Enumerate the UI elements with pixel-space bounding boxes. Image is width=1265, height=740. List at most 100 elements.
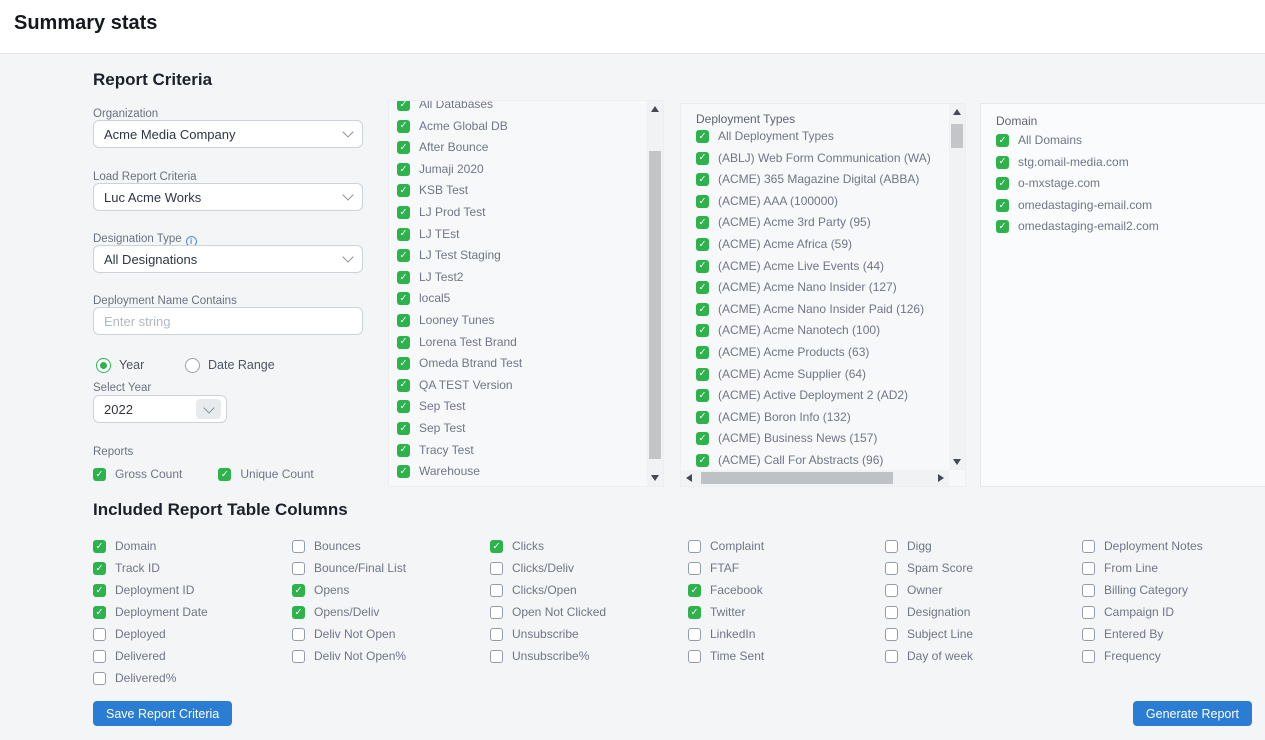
- scroll-right-arrow-icon[interactable]: [933, 470, 949, 486]
- column-option[interactable]: Time Sent: [688, 650, 764, 663]
- checkbox-icon[interactable]: [696, 152, 709, 165]
- databases-vertical-scrollbar[interactable]: [647, 101, 663, 486]
- checkbox-icon[interactable]: [696, 281, 709, 294]
- database-option[interactable]: Sep Test: [397, 422, 643, 435]
- deployment-types-horizontal-scrollbar[interactable]: [681, 470, 949, 486]
- column-option[interactable]: Clicks/Open: [490, 584, 606, 597]
- checkbox-icon[interactable]: [696, 130, 709, 143]
- column-option[interactable]: Complaint: [688, 540, 764, 553]
- database-option[interactable]: All Databases: [397, 100, 643, 111]
- chevron-button[interactable]: [196, 399, 221, 419]
- checkbox-icon[interactable]: [696, 411, 709, 424]
- checkbox-icon[interactable]: [490, 606, 503, 619]
- database-option[interactable]: Warehouse: [397, 465, 643, 478]
- checkbox-icon[interactable]: [397, 249, 410, 262]
- checkbox-icon[interactable]: [490, 650, 503, 663]
- database-option[interactable]: Lorena Test Brand: [397, 336, 643, 349]
- domain-option[interactable]: o-mxstage.com: [996, 177, 1265, 190]
- column-option[interactable]: LinkedIn: [688, 628, 764, 641]
- select-year-select[interactable]: 2022: [93, 395, 227, 423]
- save-report-criteria-button[interactable]: Save Report Criteria: [93, 701, 232, 726]
- scroll-up-arrow-icon[interactable]: [647, 101, 663, 117]
- column-option[interactable]: Domain: [93, 540, 208, 553]
- checkbox-icon[interactable]: [996, 177, 1009, 190]
- checkbox-icon[interactable]: [885, 628, 898, 641]
- column-option[interactable]: Facebook: [688, 584, 764, 597]
- deployment-type-option[interactable]: (ACME) AAA (100000): [696, 195, 943, 208]
- period-radio-option[interactable]: Year: [96, 357, 144, 373]
- checkbox-icon[interactable]: [397, 422, 410, 435]
- column-option[interactable]: From Line: [1082, 562, 1203, 575]
- checkbox-icon[interactable]: [696, 195, 709, 208]
- checkbox-icon[interactable]: [696, 173, 709, 186]
- database-option[interactable]: QA TEST Version: [397, 379, 643, 392]
- checkbox-icon[interactable]: [292, 650, 305, 663]
- checkbox-icon[interactable]: [397, 465, 410, 478]
- deployment-type-option[interactable]: (ACME) Acme Nano Insider Paid (126): [696, 303, 943, 316]
- checkbox-icon[interactable]: [688, 540, 701, 553]
- deployment-type-option[interactable]: All Deployment Types: [696, 130, 943, 143]
- deployment-types-vertical-scrollbar[interactable]: [949, 104, 965, 470]
- checkbox-icon[interactable]: [696, 303, 709, 316]
- checkbox-icon[interactable]: [1082, 562, 1095, 575]
- report-count-option[interactable]: Gross Count: [93, 468, 182, 481]
- column-option[interactable]: Entered By: [1082, 628, 1203, 641]
- domain-option[interactable]: omedastaging-email2.com: [996, 220, 1265, 233]
- radio-icon[interactable]: [185, 358, 200, 373]
- deployment-type-option[interactable]: (ACME) Acme Nanotech (100): [696, 324, 943, 337]
- checkbox-icon[interactable]: [696, 432, 709, 445]
- checkbox-icon[interactable]: [218, 468, 231, 481]
- checkbox-icon[interactable]: [397, 379, 410, 392]
- column-option[interactable]: Campaign ID: [1082, 606, 1203, 619]
- checkbox-icon[interactable]: [1082, 584, 1095, 597]
- column-option[interactable]: Delivered: [93, 650, 208, 663]
- checkbox-icon[interactable]: [397, 314, 410, 327]
- generate-report-button[interactable]: Generate Report: [1133, 701, 1252, 726]
- checkbox-icon[interactable]: [490, 540, 503, 553]
- checkbox-icon[interactable]: [292, 584, 305, 597]
- deployment-type-option[interactable]: (ACME) Acme 3rd Party (95): [696, 216, 943, 229]
- domain-option[interactable]: omedastaging-email.com: [996, 199, 1265, 212]
- column-option[interactable]: Spam Score: [885, 562, 973, 575]
- column-option[interactable]: Billing Category: [1082, 584, 1203, 597]
- domain-option[interactable]: stg.omail-media.com: [996, 156, 1265, 169]
- checkbox-icon[interactable]: [696, 454, 709, 467]
- column-option[interactable]: Twitter: [688, 606, 764, 619]
- column-option[interactable]: Opens: [292, 584, 406, 597]
- database-option[interactable]: After Bounce: [397, 141, 643, 154]
- checkbox-icon[interactable]: [397, 228, 410, 241]
- database-option[interactable]: LJ Prod Test: [397, 206, 643, 219]
- checkbox-icon[interactable]: [397, 400, 410, 413]
- checkbox-icon[interactable]: [397, 444, 410, 457]
- scroll-down-arrow-icon[interactable]: [647, 470, 663, 486]
- report-count-option[interactable]: Unique Count: [218, 468, 313, 481]
- column-option[interactable]: Designation: [885, 606, 973, 619]
- column-option[interactable]: Frequency: [1082, 650, 1203, 663]
- checkbox-icon[interactable]: [397, 163, 410, 176]
- column-option[interactable]: Unsubscribe%: [490, 650, 606, 663]
- checkbox-icon[interactable]: [1082, 606, 1095, 619]
- deployment-type-option[interactable]: (ACME) Acme Products (63): [696, 346, 943, 359]
- checkbox-icon[interactable]: [688, 562, 701, 575]
- checkbox-icon[interactable]: [397, 357, 410, 370]
- scrollbar-thumb[interactable]: [701, 472, 893, 484]
- column-option[interactable]: Deployment ID: [93, 584, 208, 597]
- deployment-type-option[interactable]: (ACME) Acme Nano Insider (127): [696, 281, 943, 294]
- checkbox-icon[interactable]: [996, 199, 1009, 212]
- column-option[interactable]: Subject Line: [885, 628, 973, 641]
- deployment-type-option[interactable]: (ACME) Acme Africa (59): [696, 238, 943, 251]
- database-option[interactable]: Sep Test: [397, 400, 643, 413]
- checkbox-icon[interactable]: [397, 100, 410, 111]
- load-report-criteria-select[interactable]: Luc Acme Works: [93, 183, 363, 211]
- database-option[interactable]: Tracy Test: [397, 444, 643, 457]
- database-option[interactable]: KSB Test: [397, 184, 643, 197]
- database-option[interactable]: Jumaji 2020: [397, 163, 643, 176]
- checkbox-icon[interactable]: [688, 584, 701, 597]
- checkbox-icon[interactable]: [397, 336, 410, 349]
- checkbox-icon[interactable]: [996, 134, 1009, 147]
- checkbox-icon[interactable]: [1082, 540, 1095, 553]
- deployment-type-option[interactable]: (ACME) Acme Live Events (44): [696, 260, 943, 273]
- checkbox-icon[interactable]: [885, 584, 898, 597]
- scrollbar-thumb[interactable]: [649, 151, 661, 459]
- column-option[interactable]: Digg: [885, 540, 973, 553]
